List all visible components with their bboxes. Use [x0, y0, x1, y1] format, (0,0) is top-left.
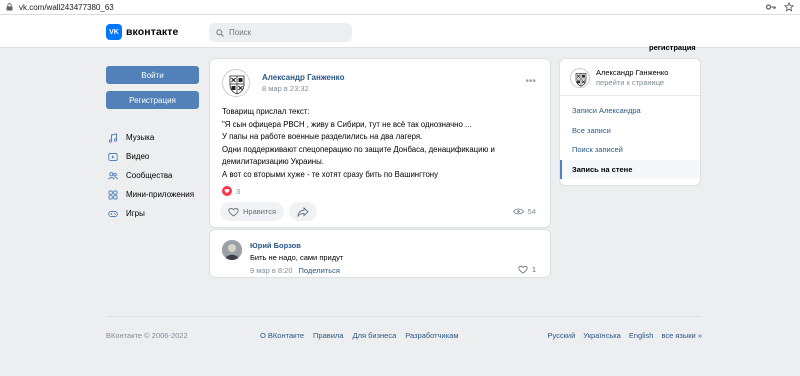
comment-meta: 9 мар в 8:20 Поделиться [250, 266, 340, 275]
views-count: 54 [527, 207, 536, 216]
reactions-count: 3 [236, 186, 241, 196]
like-button[interactable]: Нравится [220, 202, 285, 221]
header-register-link[interactable]: регистрация [649, 43, 696, 52]
owner-link[interactable]: Александр Ганженко перейти к странице [570, 68, 668, 88]
sidebar-item-label: Сообщества [126, 171, 173, 180]
post-author-avatar[interactable] [222, 69, 250, 97]
footer-link-business[interactable]: Для бизнеса [352, 331, 396, 340]
browser-url[interactable]: vk.com/wall243477380_63 [19, 3, 114, 12]
owner-card: Александр Ганженко перейти к странице За… [559, 58, 701, 186]
footer-copyright: ВКонтакте © 2006-2022 [106, 331, 188, 340]
post-text: Товарищ прислал текст: "Я сын офицера РВ… [222, 106, 542, 181]
login-button[interactable]: Войти [106, 66, 199, 84]
search-icon [216, 28, 224, 37]
sidebar-item-label: Игры [126, 209, 145, 218]
sidebar-item-label: Мини-приложения [126, 190, 195, 199]
vk-logo-text: вконтакте [126, 26, 179, 38]
share-icon [297, 206, 309, 217]
language-all[interactable]: все языки » [661, 331, 702, 340]
sidebar-item-apps[interactable]: Мини-приложения [106, 185, 200, 204]
key-icon[interactable] [766, 3, 776, 11]
communities-icon [108, 171, 118, 180]
heart-icon [228, 207, 239, 217]
divider [560, 95, 700, 96]
wall-menu-owner-posts[interactable]: Записи Александра [560, 101, 700, 121]
sidebar-item-games[interactable]: Игры [106, 204, 200, 223]
post-reactions[interactable]: 3 [222, 186, 240, 196]
apps-icon [108, 190, 118, 199]
sidebar-item-label: Музыка [126, 133, 155, 142]
lock-icon [6, 3, 13, 11]
comment-share-link[interactable]: Поделиться [299, 266, 340, 275]
wall-menu-all-posts[interactable]: Все записи [560, 121, 700, 141]
post-text-line: Товарищ прислал текст: [222, 107, 310, 116]
share-button[interactable] [289, 202, 318, 221]
heart-icon [518, 265, 528, 274]
comment-author-name[interactable]: Юрий Борзов [250, 241, 301, 250]
left-sidebar: Войти Регистрация Музыка Видео Сообществ… [106, 66, 200, 223]
post-text-line: демилитаризацию Украины. [222, 157, 324, 166]
coat-of-arms-icon [229, 75, 245, 95]
sidebar-nav: Музыка Видео Сообщества Мини-приложения … [106, 128, 200, 223]
footer-link-developers[interactable]: Разработчикам [405, 331, 458, 340]
owner-name: Александр Ганженко [596, 68, 669, 77]
wall-menu-search-posts[interactable]: Поиск записей [560, 140, 700, 160]
comment-date[interactable]: 9 мар в 8:20 [250, 266, 293, 275]
owner-avatar [570, 68, 590, 88]
language-ukrainian[interactable]: Українська [583, 331, 621, 340]
wall-post: Александр Ганженко 8 мар в 23:32 ••• Тов… [209, 58, 551, 228]
comment-text: Бить не надо, сами придут [250, 253, 344, 262]
eye-icon [512, 208, 524, 215]
site-header: VK вконтакте регистрация [0, 15, 800, 52]
language-russian[interactable]: Русский [547, 331, 575, 340]
owner-go-to-page: перейти к странице [596, 78, 665, 87]
comment-likes-count: 1 [531, 265, 536, 274]
post-views: 54 [512, 207, 536, 216]
comment-author-avatar[interactable] [222, 240, 242, 260]
comment-like-button[interactable]: 1 [518, 265, 536, 274]
vk-logo[interactable]: VK вконтакте [106, 24, 178, 40]
post-text-line: "Я сын офицера РВСН , живу в Сибири, тут… [222, 119, 472, 129]
sidebar-item-video[interactable]: Видео [106, 147, 200, 166]
coat-of-arms-icon [575, 72, 587, 87]
vk-logo-mark: VK [106, 24, 122, 40]
wall-menu-wall-post[interactable]: Запись на стене [560, 159, 700, 179]
like-label: Нравится [243, 207, 277, 216]
register-button[interactable]: Регистрация [106, 91, 199, 109]
wall-menu: Записи Александра Все записи Поиск запис… [560, 101, 700, 179]
star-icon[interactable] [784, 2, 794, 12]
video-icon [108, 152, 118, 161]
post-text-line: Одни поддерживают спецоперацию по защите… [222, 144, 495, 154]
sidebar-item-label: Видео [126, 152, 150, 161]
footer-divider [106, 316, 702, 317]
footer-languages: Русский Українська English все языки » [547, 331, 702, 340]
post-date[interactable]: 8 мар в 23:32 [262, 84, 309, 93]
heart-reaction-icon [222, 186, 232, 196]
footer-links: О ВКонтакте Правила Для бизнеса Разработ… [260, 331, 458, 340]
sidebar-item-music[interactable]: Музыка [106, 128, 200, 147]
search-box[interactable] [209, 23, 352, 42]
browser-address-bar[interactable]: vk.com/wall243477380_63 [0, 0, 800, 15]
post-text-line: А вот со вторыми хуже - те хотят сразу б… [222, 169, 438, 179]
post-actions: Нравится [220, 202, 318, 221]
footer-link-about[interactable]: О ВКонтакте [260, 331, 304, 340]
sidebar-item-communities[interactable]: Сообщества [106, 166, 200, 185]
user-photo-icon [222, 240, 242, 260]
language-english[interactable]: English [629, 331, 654, 340]
post-more-menu[interactable]: ••• [525, 76, 536, 87]
post-text-line: У папы на работе военные разделились на … [222, 132, 423, 141]
games-icon [108, 210, 118, 217]
comment: Юрий Борзов Бить не надо, сами придут 9 … [209, 229, 551, 278]
post-author-name[interactable]: Александр Ганженко [262, 73, 344, 82]
music-icon [108, 132, 118, 143]
search-input[interactable] [229, 28, 329, 37]
footer-link-rules[interactable]: Правила [313, 331, 343, 340]
